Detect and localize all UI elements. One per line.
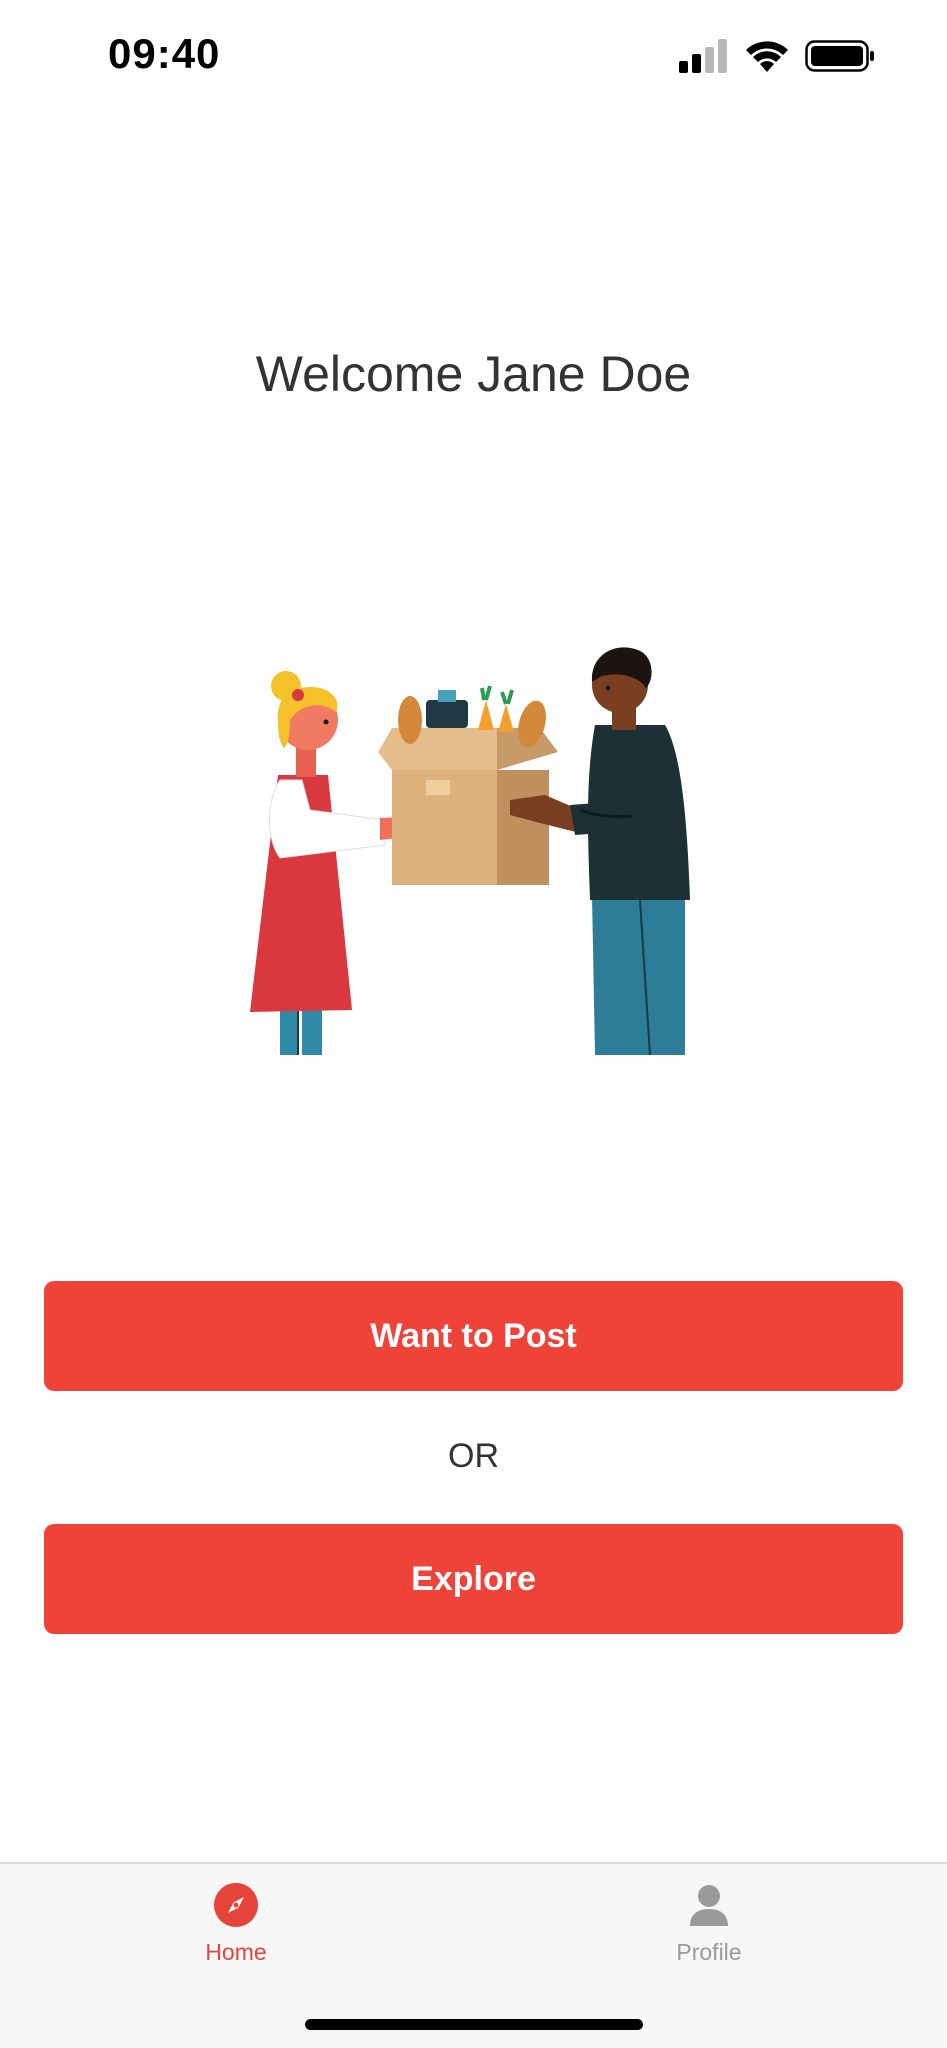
home-indicator [305,2019,643,2030]
status-icons [679,36,875,76]
tab-profile[interactable]: Profile [609,1882,809,1966]
tab-home-label: Home [205,1939,267,1965]
explore-button[interactable]: Explore [44,1524,903,1634]
people-exchanging-food-box-illustration [240,640,710,1056]
status-bar: 09:40 [0,0,947,112]
tab-profile-label: Profile [676,1939,742,1965]
battery-icon [805,39,875,73]
wifi-icon [745,39,789,73]
tab-home[interactable]: Home [136,1882,336,1966]
cellular-signal-icon [679,39,729,73]
status-time: 09:40 [108,30,221,77]
compass-icon [213,1882,259,1933]
person-icon [686,1882,732,1933]
page-title: Welcome Jane Doe [255,346,692,402]
want-to-post-button[interactable]: Want to Post [44,1281,903,1391]
or-divider-text: OR [448,1437,499,1475]
